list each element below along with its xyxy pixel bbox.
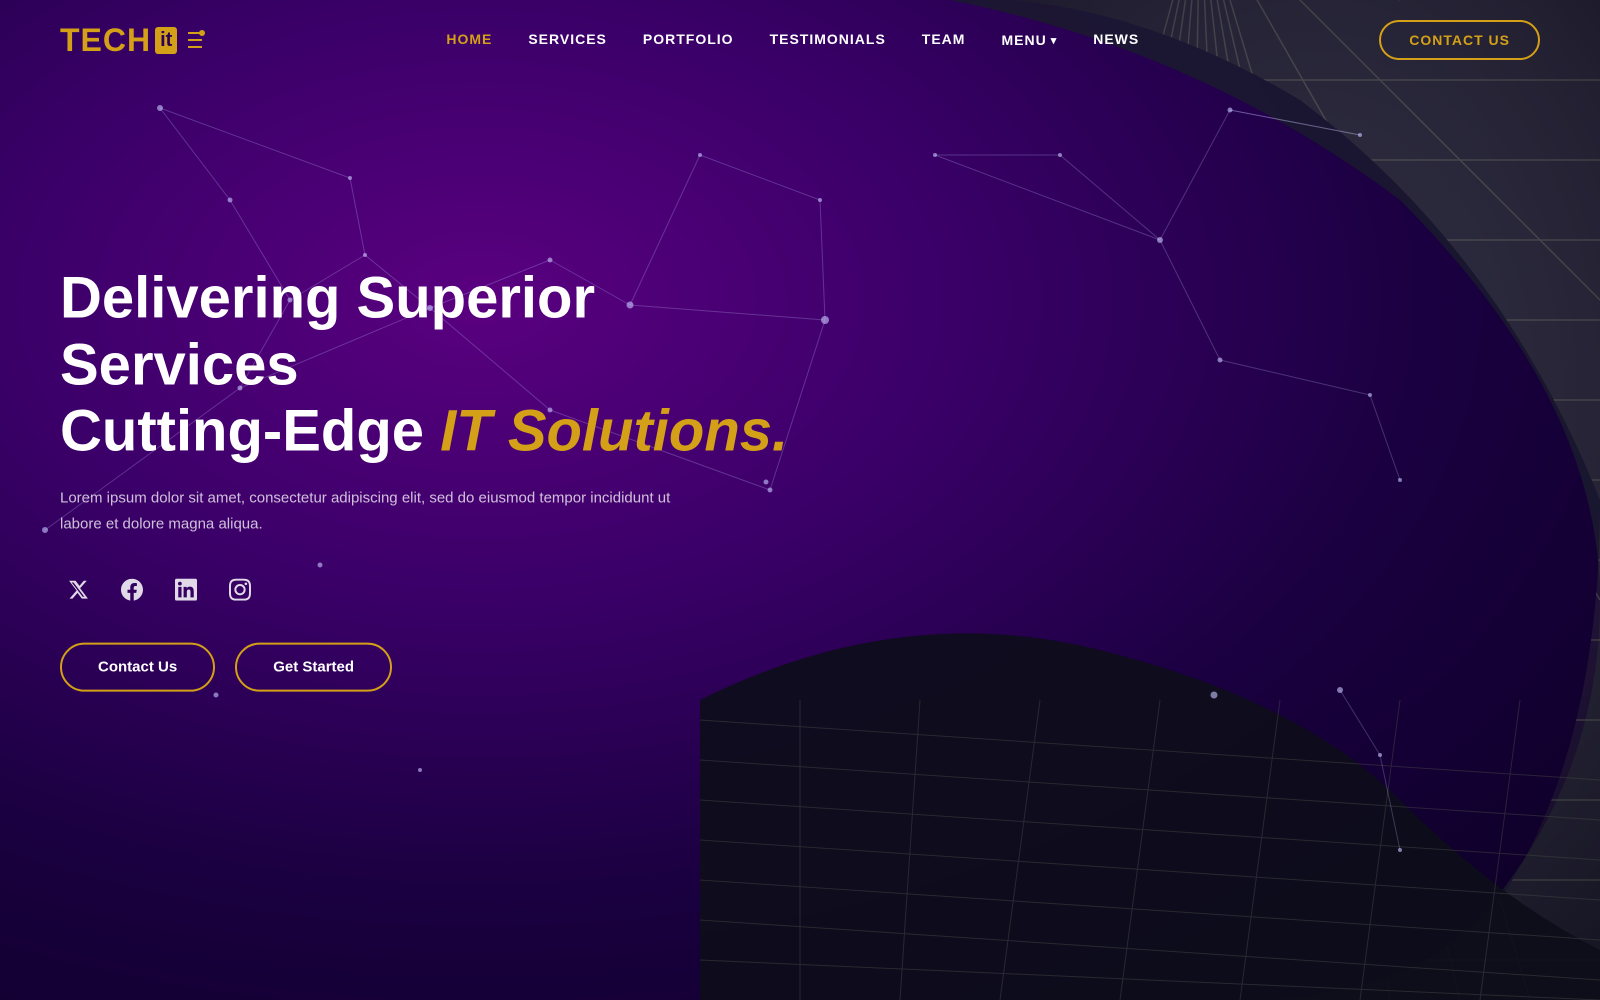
instagram-icon[interactable]	[222, 572, 258, 608]
hero-title-line2-plain: Cutting-Edge	[60, 399, 440, 464]
get-started-button[interactable]: Get Started	[235, 643, 392, 692]
hero-description: Lorem ipsum dolor sit amet, consectetur …	[60, 486, 700, 537]
nav-link-services[interactable]: SERVICES	[528, 31, 607, 47]
nav-item-testimonials[interactable]: TESTIMONIALS	[770, 31, 886, 49]
logo-icon	[184, 29, 206, 51]
nav-link-menu[interactable]: MENU ▾	[1001, 32, 1057, 48]
hero-title-highlight: IT Solutions.	[440, 399, 788, 464]
logo[interactable]: TECH it	[60, 22, 206, 59]
cta-buttons: Contact Us Get Started	[60, 643, 840, 692]
chevron-down-icon: ▾	[1051, 34, 1058, 47]
social-icons	[60, 572, 840, 608]
nav-link-news[interactable]: NEWS	[1093, 31, 1139, 47]
hero-section: Delivering Superior Services Cutting-Edg…	[60, 266, 840, 692]
nav-link-team[interactable]: TEAM	[922, 31, 966, 47]
nav-link-home[interactable]: HOME	[446, 31, 492, 47]
logo-it-text: it	[155, 27, 177, 54]
navbar: TECH it HOME SERVICES PORTFOLIO TESTIMON…	[0, 0, 1600, 80]
linkedin-icon[interactable]	[168, 572, 204, 608]
nav-item-news[interactable]: NEWS	[1093, 31, 1139, 49]
logo-tech-text: TECH	[60, 22, 151, 59]
nav-link-testimonials[interactable]: TESTIMONIALS	[770, 31, 886, 47]
facebook-icon[interactable]	[114, 572, 150, 608]
nav-link-portfolio[interactable]: PORTFOLIO	[643, 31, 734, 47]
hero-title-line1: Delivering Superior Services	[60, 266, 595, 398]
nav-item-home[interactable]: HOME	[446, 31, 492, 49]
nav-item-menu[interactable]: MENU ▾	[1001, 32, 1057, 48]
nav-contact-button[interactable]: Contact Us	[1379, 20, 1540, 60]
nav-item-portfolio[interactable]: PORTFOLIO	[643, 31, 734, 49]
nav-item-team[interactable]: TEAM	[922, 31, 966, 49]
contact-us-button[interactable]: Contact Us	[60, 643, 215, 692]
nav-links: HOME SERVICES PORTFOLIO TESTIMONIALS TEA…	[446, 31, 1139, 49]
twitter-icon[interactable]	[60, 572, 96, 608]
hero-title: Delivering Superior Services Cutting-Edg…	[60, 266, 840, 466]
nav-item-services[interactable]: SERVICES	[528, 31, 607, 49]
